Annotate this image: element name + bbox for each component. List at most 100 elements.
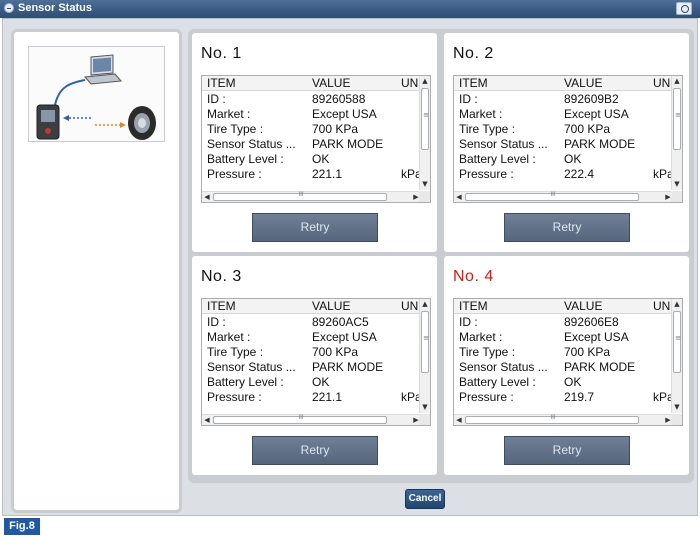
- row-value: 221.1: [312, 390, 343, 404]
- row-value: 700 KPa: [564, 345, 611, 359]
- row-value: OK: [564, 152, 582, 166]
- row-item: Battery Level :: [459, 375, 536, 389]
- illustration-graphic: [36, 54, 156, 140]
- row-value: PARK MODE: [312, 137, 384, 151]
- retry-button[interactable]: Retry: [504, 436, 630, 465]
- row-item: Tire Type :: [459, 345, 516, 359]
- row-item: Sensor Status ...: [459, 137, 548, 151]
- vertical-scrollbar[interactable]: ▲▼: [419, 76, 430, 190]
- sensor-data-list[interactable]: ITEM VALUE UNIT ID : 892609B2 Market : Exc…: [453, 75, 683, 203]
- scroll-down-icon[interactable]: ▼: [672, 179, 682, 190]
- header-item: ITEM: [459, 299, 488, 313]
- scroll-up-icon[interactable]: ▲: [420, 76, 430, 87]
- horizontal-scrollbar[interactable]: ◀▶: [202, 414, 421, 425]
- sensor-title: No. 4: [453, 268, 494, 285]
- sensor-data-list[interactable]: ITEM VALUE UNIT ID : 89260588 Market : Exc…: [201, 75, 431, 203]
- scroll-left-icon[interactable]: ◀: [202, 415, 212, 425]
- row-item: ID :: [459, 92, 478, 106]
- row-value: 892606E8: [564, 315, 619, 329]
- row-item: Battery Level :: [207, 375, 284, 389]
- scroll-up-icon[interactable]: ▲: [672, 299, 682, 310]
- header-value: VALUE: [312, 299, 351, 313]
- vertical-scrollbar[interactable]: ▲▼: [671, 299, 682, 413]
- row-value: PARK MODE: [564, 360, 636, 374]
- minus-circle-icon[interactable]: [4, 3, 14, 13]
- scroll-thumb[interactable]: [465, 191, 640, 201]
- row-value: 222.4: [564, 167, 595, 181]
- scroll-left-icon[interactable]: ◀: [202, 192, 212, 202]
- list-header: ITEM VALUE UNIT: [454, 76, 682, 91]
- cancel-button[interactable]: Cancel: [405, 489, 445, 509]
- row-value: Except USA: [564, 107, 629, 121]
- row-item: Sensor Status ...: [207, 137, 296, 151]
- row-item: Market :: [207, 330, 251, 344]
- header-unit: UNIT: [653, 299, 671, 313]
- row-item: Pressure :: [207, 390, 262, 404]
- row-unit: kPa: [401, 167, 419, 181]
- retry-button[interactable]: Retry: [504, 213, 630, 242]
- row-unit: kPa: [653, 167, 671, 181]
- scroll-corner: [419, 191, 430, 202]
- header-item: ITEM: [207, 299, 236, 313]
- sensor-data-list[interactable]: ITEM VALUE UNIT ID : 89260AC5 Market : Exc…: [201, 298, 431, 426]
- scroll-thumb[interactable]: [213, 191, 388, 201]
- camera-icon[interactable]: [676, 2, 692, 15]
- scroll-thumb[interactable]: [673, 311, 682, 373]
- row-item: Tire Type :: [207, 122, 264, 136]
- row-item: ID :: [459, 315, 478, 329]
- row-item: ID :: [207, 315, 226, 329]
- title-bar: Sensor Status: [0, 0, 700, 18]
- horizontal-scrollbar[interactable]: ◀▶: [202, 191, 421, 202]
- row-item: Pressure :: [207, 167, 262, 181]
- retry-button[interactable]: Retry: [252, 213, 378, 242]
- list-header: ITEM VALUE UNIT: [202, 76, 430, 91]
- row-item: Market :: [459, 330, 503, 344]
- window-title: Sensor Status: [18, 2, 92, 14]
- scroll-left-icon[interactable]: ◀: [454, 192, 464, 202]
- row-value: Except USA: [564, 330, 629, 344]
- row-item: Market :: [207, 107, 251, 121]
- scroll-corner: [419, 414, 430, 425]
- sensor-title: No. 1: [201, 45, 242, 62]
- sensor-status-window: Sensor Status No. 1 ITEM VALUE UN ID: 8…: [0, 0, 700, 516]
- dialog-body: No. 1 ITEM VALUE UNIT ID : 89260588 Marke…: [2, 18, 698, 516]
- scroll-down-icon[interactable]: ▼: [420, 179, 430, 190]
- row-value: Except USA: [312, 107, 377, 121]
- row-item: Battery Level :: [207, 152, 284, 166]
- scroll-left-icon[interactable]: ◀: [454, 415, 464, 425]
- horizontal-scrollbar[interactable]: ◀▶: [454, 191, 673, 202]
- retry-button[interactable]: Retry: [252, 436, 378, 465]
- sensor-card-2: No. 2 ITEM VALUE UNIT ID : 892609B2 Marke…: [444, 33, 689, 252]
- sensor-title: No. 3: [201, 268, 242, 285]
- sensor-card-3: No. 3 ITEM VALUE UNIT ID : 89260AC5 Marke…: [192, 256, 437, 475]
- scroll-thumb[interactable]: [213, 414, 388, 424]
- scroll-thumb[interactable]: [673, 88, 682, 150]
- vertical-scrollbar[interactable]: ▲▼: [419, 299, 430, 413]
- row-value: 89260588: [312, 92, 366, 106]
- vertical-scrollbar[interactable]: ▲▼: [671, 76, 682, 190]
- scroll-down-icon[interactable]: ▼: [420, 402, 430, 413]
- scroll-thumb[interactable]: [465, 414, 640, 424]
- row-item: Pressure :: [459, 167, 514, 181]
- row-value: 892609B2: [564, 92, 619, 106]
- scroll-down-icon[interactable]: ▼: [672, 402, 682, 413]
- scroll-up-icon[interactable]: ▲: [420, 299, 430, 310]
- header-value: VALUE: [564, 299, 603, 313]
- header-unit: UNIT: [653, 76, 671, 90]
- row-value: PARK MODE: [564, 137, 636, 151]
- scroll-up-icon[interactable]: ▲: [672, 76, 682, 87]
- header-unit: UNIT: [401, 299, 419, 313]
- header-item: ITEM: [459, 76, 488, 90]
- sensor-card-1: No. 1 ITEM VALUE UNIT ID : 89260588 Marke…: [192, 33, 437, 252]
- scroll-thumb[interactable]: [421, 311, 430, 373]
- header-item: ITEM: [207, 76, 236, 90]
- left-panel: [11, 29, 182, 513]
- row-item: Battery Level :: [459, 152, 536, 166]
- list-header: ITEM VALUE UNIT: [202, 299, 430, 314]
- tpms-tool-laptop-tire-illustration: [28, 46, 165, 142]
- scroll-thumb[interactable]: [421, 88, 430, 150]
- sensor-data-list[interactable]: ITEM VALUE UNIT ID : 892606E8 Market : Exc…: [453, 298, 683, 426]
- row-value: 700 KPa: [312, 122, 359, 136]
- horizontal-scrollbar[interactable]: ◀▶: [454, 414, 673, 425]
- sensor-grid: No. 1 ITEM VALUE UNIT ID : 89260588 Marke…: [188, 29, 694, 483]
